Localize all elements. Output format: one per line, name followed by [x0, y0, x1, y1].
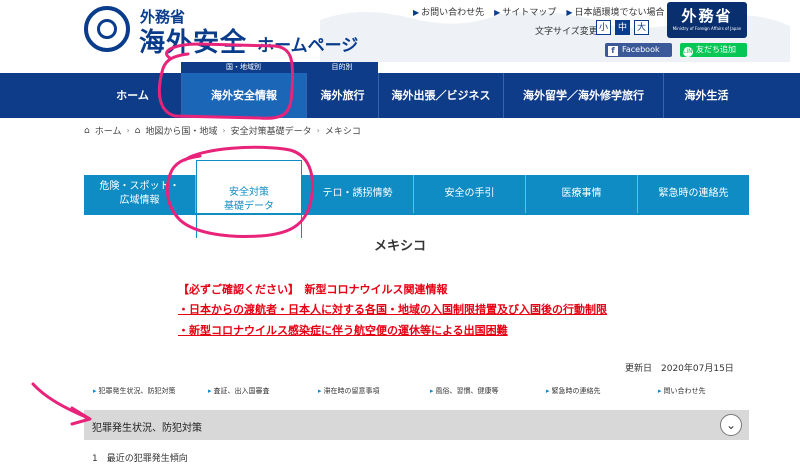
- utility-links: ▶ お問い合わせ先 ▶ サイトマップ ▶ 日本語環境でない場合: [413, 5, 665, 18]
- facebook-label: Facebook: [622, 45, 660, 54]
- breadcrumb-current: メキシコ: [324, 127, 361, 137]
- notice-link-flight-suspensions[interactable]: ・新型コロナウイルス感染症に伴う航空便の運休等による出国困難: [178, 322, 508, 338]
- contact-link[interactable]: ▶ お問い合わせ先: [413, 5, 484, 18]
- triangle-icon: ▶: [566, 8, 573, 17]
- subnav-stay-notes[interactable]: ▸ 滞在時の留意事項: [318, 386, 380, 396]
- mofa-logo-icon[interactable]: [84, 6, 130, 52]
- logo-main-text: 海外安全: [139, 28, 248, 58]
- notice-link-entry-restrictions[interactable]: ・日本からの渡航者・日本人に対する各国・地域の入国制限措置及び入国後の行動制限: [178, 301, 607, 317]
- non-japanese-env-link[interactable]: ▶ 日本語環境でない場合: [566, 5, 664, 18]
- font-size-label: 文字サイズ変更: [535, 27, 598, 37]
- triangle-icon: ▶: [413, 8, 420, 17]
- section-item-1: 1 最近の犯罪発生傾向: [92, 454, 188, 464]
- subnav-label: 風俗、習慣、健康等: [435, 387, 499, 395]
- tab-label-line2: 基礎データ: [224, 200, 274, 212]
- subnav-label: 問い合わせ先: [663, 387, 706, 395]
- triangle-icon: ▶: [494, 8, 501, 17]
- page-title: メキシコ: [373, 239, 426, 254]
- home-icon: ⌂: [134, 125, 141, 136]
- mofa-banner-jp: 外務省: [681, 7, 733, 25]
- home-icon: ⌂: [84, 125, 90, 136]
- subnav-inquiries[interactable]: ▸ 問い合わせ先: [658, 386, 706, 396]
- sitemap-link[interactable]: ▶ サイトマップ: [494, 5, 556, 18]
- nav-category-purpose: 目的別: [306, 62, 378, 73]
- breadcrumb: ⌂ ホーム › ⌂ 地図から国・地域 › 安全対策基礎データ › メキシコ: [84, 124, 361, 138]
- chevron-right-icon: ›: [126, 126, 130, 135]
- triangle-icon: ▸: [208, 387, 212, 395]
- nav-overseas-travel[interactable]: 海外旅行: [306, 73, 378, 118]
- tab-emergency-contacts[interactable]: 緊急時の連絡先: [638, 175, 749, 213]
- triangle-icon: ▸: [318, 387, 322, 395]
- contact-link-label: お問い合わせ先: [421, 8, 485, 18]
- tab-label-line1: 安全対策: [229, 186, 269, 198]
- tab-safety-guide[interactable]: 安全の手引: [414, 175, 526, 213]
- chevron-down-icon[interactable]: ⌄: [720, 414, 742, 436]
- non-japanese-env-label: 日本語環境でない場合: [574, 8, 665, 18]
- annotation-arrow: [31, 382, 90, 420]
- subnav-label: 犯罪発生状況、防犯対策: [98, 387, 176, 395]
- sitemap-link-label: サイトマップ: [502, 8, 557, 18]
- updated-date: 更新日 2020年07月15日: [625, 364, 734, 374]
- line-icon: LINE: [683, 47, 697, 57]
- nav-study-abroad[interactable]: 海外留学／海外修学旅行: [503, 73, 663, 118]
- breadcrumb-map[interactable]: 地図から国・地域: [145, 124, 217, 137]
- mofa-banner-en: Ministry of Foreign Affairs of Japan: [672, 26, 742, 31]
- notice-heading: 【必ずご確認ください】 新型コロナウイルス関連情報: [178, 283, 448, 296]
- triangle-icon: ▸: [546, 387, 550, 395]
- section-title: 犯罪発生状況、防犯対策: [92, 423, 202, 434]
- nav-category-region: 国・地域別: [181, 62, 306, 73]
- tab-safety-basic-data[interactable]: 安全対策 基礎データ: [196, 160, 302, 238]
- font-size-small-button[interactable]: 小: [596, 20, 611, 35]
- subnav-visa[interactable]: ▸ 査証、出入国審査: [208, 386, 270, 396]
- nav-home[interactable]: ホーム: [84, 73, 181, 118]
- line-friend-button[interactable]: LINE友だち追加: [680, 43, 747, 57]
- triangle-icon: ▸: [430, 387, 434, 395]
- tab-label-line1: 危険・スポット・: [99, 181, 180, 192]
- tab-label-line2: 広域情報: [119, 195, 160, 206]
- font-size-large-button[interactable]: 大: [634, 20, 649, 35]
- tab-underline: [84, 213, 749, 215]
- facebook-icon: f: [608, 46, 618, 56]
- nav-overseas-safety-info[interactable]: 海外安全情報: [181, 73, 306, 118]
- site-logo[interactable]: 海外安全 ホームページ: [139, 22, 358, 59]
- subnav-label: 緊急時の連絡先: [551, 387, 601, 395]
- subnav-label: 査証、出入国審査: [213, 387, 270, 395]
- logo-sub-text: ホームページ: [257, 36, 359, 56]
- breadcrumb-basic-data[interactable]: 安全対策基礎データ: [231, 124, 312, 137]
- tab-medical-info[interactable]: 医療事情: [526, 175, 638, 213]
- subnav-label: 滞在時の留意事項: [323, 387, 380, 395]
- nav-business-trip[interactable]: 海外出張／ビジネス: [378, 73, 503, 118]
- chevron-right-icon: ›: [222, 126, 226, 135]
- triangle-icon: ▸: [658, 387, 662, 395]
- triangle-icon: ▸: [93, 387, 97, 395]
- subnav-customs-health[interactable]: ▸ 風俗、習慣、健康等: [430, 386, 499, 396]
- facebook-button[interactable]: f Facebook: [605, 43, 672, 57]
- tab-terror-kidnapping[interactable]: テロ・誘拐情勢: [302, 175, 414, 213]
- font-size-medium-button[interactable]: 中: [615, 20, 630, 35]
- mofa-banner[interactable]: 外務省 Ministry of Foreign Affairs of Japan: [667, 2, 747, 38]
- subnav-emergency[interactable]: ▸ 緊急時の連絡先: [546, 386, 601, 396]
- line-label: 友だち追加: [696, 45, 736, 54]
- tab-danger-spot-info[interactable]: 危険・スポット・ 広域情報: [84, 175, 196, 213]
- nav-overseas-living[interactable]: 海外生活: [663, 73, 749, 118]
- chevron-right-icon: ›: [316, 126, 320, 135]
- subnav-crime[interactable]: ▸ 犯罪発生状況、防犯対策: [93, 386, 176, 396]
- breadcrumb-home[interactable]: ホーム: [95, 124, 122, 137]
